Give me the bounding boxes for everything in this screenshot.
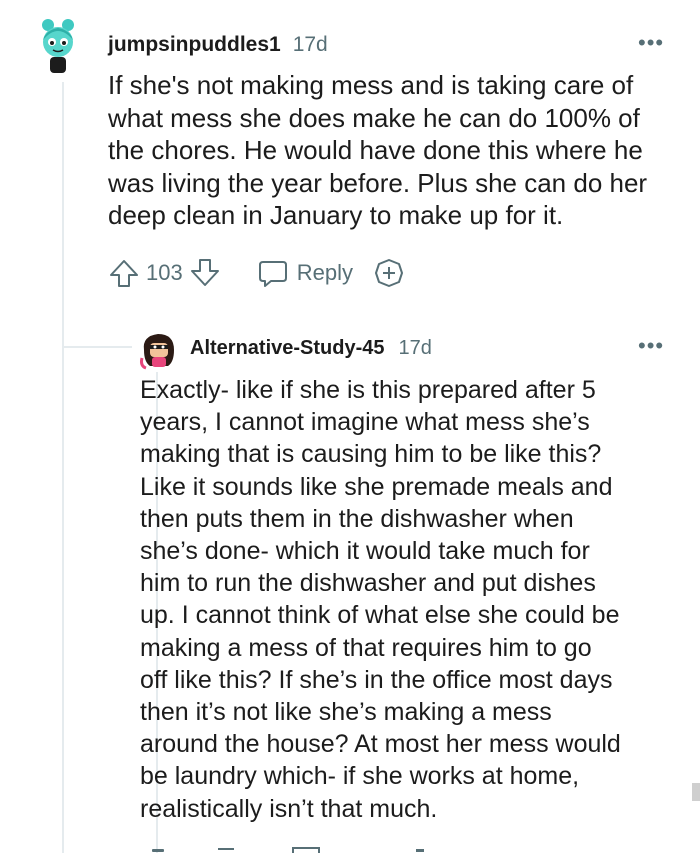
avatar-icon (42, 19, 74, 73)
downvote-button[interactable] (189, 257, 221, 289)
upvote-button[interactable] (152, 849, 164, 852)
comment-line: Like it sounds like she premade meals an… (140, 472, 613, 501)
vote-bar: 103 Reply (108, 256, 405, 290)
more-options-button[interactable]: ••• (638, 333, 664, 359)
comment-line: be laundry which- if she works at home, (140, 762, 580, 791)
comment-line: the chores. He would have done this wher… (108, 135, 643, 165)
upvote-arrow-icon (110, 260, 138, 287)
avatar[interactable] (34, 16, 82, 76)
chat-bubble-icon (258, 261, 287, 287)
comment-line: off like this? If she’s in the office mo… (140, 665, 613, 694)
vote-count: 103 (146, 260, 183, 285)
comment-body: Exactly- like if she is this prepared af… (140, 374, 621, 825)
comment-line: then it’s not like she’s making a mess (140, 698, 552, 727)
comment-body: If she's not making mess and is taking c… (108, 69, 647, 232)
comment-line: she’s done- which it would take much for (140, 537, 590, 566)
comment-line: was living the year before. Plus she can… (108, 167, 648, 198)
award-icon (374, 259, 403, 287)
comment-line: then puts them in the dishwasher when (140, 504, 574, 533)
comment-age[interactable]: 17d (293, 33, 328, 57)
comment-line: him to run the dishwasher and put dishes (140, 569, 596, 598)
comment-line: realistically isn’t that much. (140, 794, 438, 823)
avatar-icon (140, 334, 174, 370)
action-bar-partial (140, 846, 440, 853)
award-button[interactable] (373, 257, 405, 289)
comment-line: up. I cannot think of what else she coul… (140, 601, 620, 630)
more-options-button[interactable]: ••• (638, 30, 664, 56)
comment-line: making that is causing him to be like th… (140, 440, 602, 469)
reply-label: Reply (296, 260, 353, 285)
comment-username[interactable]: jumpsinpuddles1 (108, 33, 281, 57)
award-button[interactable] (416, 849, 424, 852)
scrollbar[interactable] (692, 783, 700, 801)
comment-line: deep clean in January to make up for it. (108, 200, 564, 230)
comment-line: around the house? At most her mess would (140, 730, 621, 759)
reply-button[interactable]: Reply (257, 257, 353, 289)
reply-button[interactable] (292, 847, 320, 853)
comment-line: years, I cannot imagine what mess she’s (140, 408, 590, 437)
comment-age[interactable]: 17d (399, 337, 432, 360)
comment-username[interactable]: Alternative-Study-45 (190, 337, 385, 360)
avatar[interactable] (138, 328, 180, 370)
comment-line: what mess she does make he can do 100% o… (108, 102, 640, 133)
downvote-arrow-icon (190, 259, 219, 286)
comment-line: Exactly- like if she is this prepared af… (140, 376, 596, 404)
comment-line: making a mess of that requires him to go (140, 633, 592, 662)
downvote-button[interactable] (218, 848, 234, 853)
thread-line-main[interactable] (62, 82, 64, 853)
thread-connector (62, 346, 132, 348)
comment-line: If she's not making mess and is taking c… (108, 70, 634, 100)
upvote-button[interactable] (108, 257, 140, 289)
